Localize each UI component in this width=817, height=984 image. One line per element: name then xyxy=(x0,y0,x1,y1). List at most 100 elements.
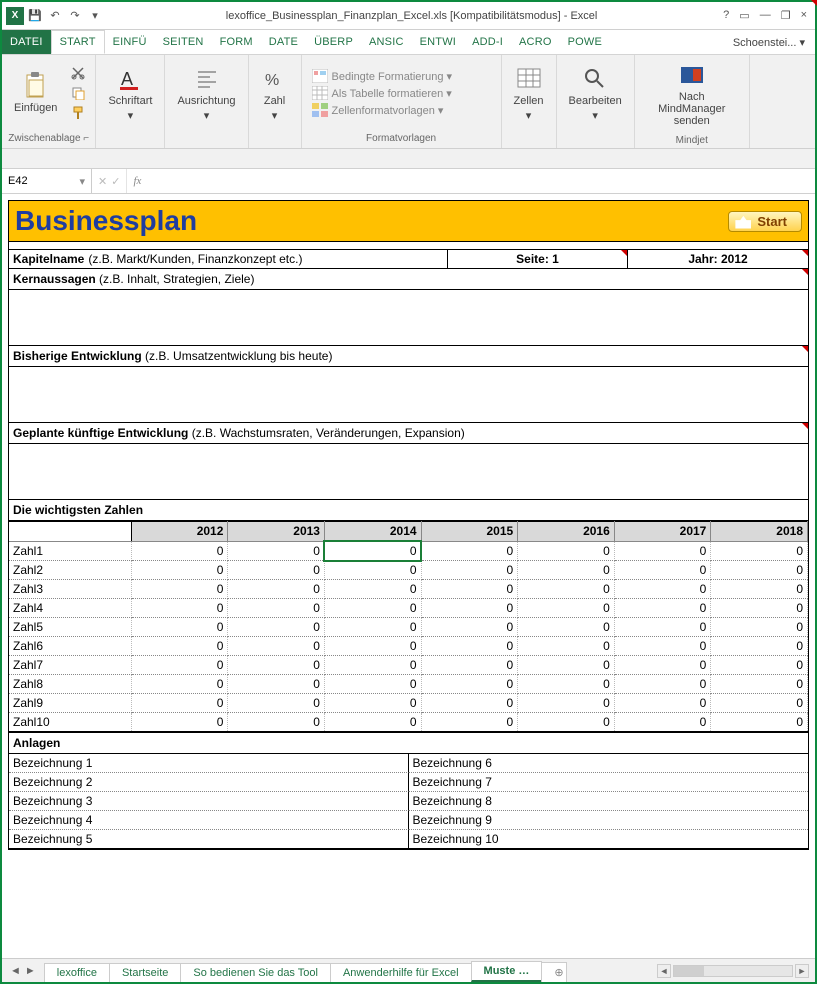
cell[interactable]: 0 xyxy=(131,618,228,637)
cell[interactable]: 0 xyxy=(518,599,615,618)
cell[interactable]: 0 xyxy=(614,637,711,656)
cell[interactable]: 0 xyxy=(614,541,711,561)
row-label[interactable]: Zahl5 xyxy=(9,618,131,637)
number-button[interactable]: % Zahl ▾ xyxy=(257,63,293,124)
sheet-tab[interactable]: lexoffice xyxy=(44,963,110,982)
add-sheet-icon[interactable]: ⊕ xyxy=(541,962,567,982)
cell[interactable]: 0 xyxy=(614,599,711,618)
cell[interactable]: 0 xyxy=(711,580,808,599)
accept-formula-icon[interactable]: ✓ xyxy=(111,175,120,188)
conditional-formatting-button[interactable]: Bedingte Formatierung ▾ xyxy=(310,68,454,84)
tab-seiten[interactable]: SEITEN xyxy=(155,30,212,54)
alignment-button[interactable]: Ausrichtung ▾ xyxy=(173,63,239,124)
cell[interactable]: 0 xyxy=(131,599,228,618)
cell[interactable]: 0 xyxy=(131,580,228,599)
cell[interactable]: 0 xyxy=(518,694,615,713)
cells-button[interactable]: Zellen ▾ xyxy=(510,63,548,124)
help-icon[interactable]: ? xyxy=(723,9,729,22)
cell[interactable]: 0 xyxy=(324,637,421,656)
cell[interactable]: 0 xyxy=(518,713,615,732)
numbers-col-2016[interactable]: 2016 xyxy=(518,522,615,542)
name-box[interactable]: ▾ xyxy=(2,169,92,193)
account-menu[interactable]: Schoenstei... ▾ xyxy=(723,30,815,54)
chevron-down-icon[interactable]: ▾ xyxy=(79,175,85,188)
sheet-nav-prev-icon[interactable]: ◄ xyxy=(10,965,21,977)
cell[interactable]: 0 xyxy=(614,713,711,732)
cell[interactable]: 0 xyxy=(711,637,808,656)
cell[interactable]: 0 xyxy=(614,618,711,637)
cell[interactable]: 0 xyxy=(324,618,421,637)
anlage-cell[interactable]: Bezeichnung 2 xyxy=(9,773,409,792)
horizontal-scrollbar[interactable] xyxy=(673,965,793,977)
scroll-left-icon[interactable]: ◄ xyxy=(657,964,671,978)
anlage-cell[interactable]: Bezeichnung 7 xyxy=(409,773,809,792)
anlage-cell[interactable]: Bezeichnung 1 xyxy=(9,754,409,773)
numbers-col-2013[interactable]: 2013 xyxy=(228,522,325,542)
cell[interactable]: 0 xyxy=(131,637,228,656)
numbers-col-2012[interactable]: 2012 xyxy=(131,522,228,542)
cell[interactable]: 0 xyxy=(228,541,325,561)
tab-ansic[interactable]: ANSIC xyxy=(361,30,412,54)
cell[interactable]: 0 xyxy=(421,599,518,618)
sheet-tab[interactable]: So bedienen Sie das Tool xyxy=(180,963,331,982)
cell[interactable]: 0 xyxy=(228,713,325,732)
numbers-col-2014[interactable]: 2014 xyxy=(324,522,421,542)
cell[interactable]: 0 xyxy=(421,656,518,675)
page-cell[interactable]: Seite: 1 xyxy=(448,250,628,268)
copy-icon[interactable] xyxy=(69,85,87,101)
cell[interactable]: 0 xyxy=(518,580,615,599)
chapter-cell[interactable]: Kapitelname (z.B. Markt/Kunden, Finanzko… xyxy=(9,250,448,268)
cell[interactable]: 0 xyxy=(324,580,421,599)
anlage-cell[interactable]: Bezeichnung 4 xyxy=(9,811,409,830)
tab-file[interactable]: DATEI xyxy=(2,30,51,54)
cell[interactable]: 0 xyxy=(421,675,518,694)
tab-powe[interactable]: POWE xyxy=(560,30,610,54)
maximize-icon[interactable]: ❐ xyxy=(781,9,791,22)
close-icon[interactable]: × xyxy=(801,9,807,22)
cell[interactable]: 0 xyxy=(228,599,325,618)
minimize-icon[interactable]: — xyxy=(760,9,771,22)
tab-einfü[interactable]: EINFÜ xyxy=(105,30,155,54)
numbers-col-2018[interactable]: 2018 xyxy=(711,522,808,542)
scroll-right-icon[interactable]: ► xyxy=(795,964,809,978)
undo-icon[interactable]: ↶ xyxy=(46,7,64,25)
anlage-cell[interactable]: Bezeichnung 3 xyxy=(9,792,409,811)
row-label[interactable]: Zahl2 xyxy=(9,561,131,580)
cell[interactable]: 0 xyxy=(228,694,325,713)
row-label[interactable]: Zahl1 xyxy=(9,541,131,561)
cell[interactable]: 0 xyxy=(421,580,518,599)
sheet-tab[interactable]: Startseite xyxy=(109,963,181,982)
cell[interactable]: 0 xyxy=(228,580,325,599)
cell-styles-button[interactable]: Zellenformatvorlagen ▾ xyxy=(310,102,454,118)
anlage-cell[interactable]: Bezeichnung 6 xyxy=(409,754,809,773)
row-label[interactable]: Zahl3 xyxy=(9,580,131,599)
cell[interactable]: 0 xyxy=(711,599,808,618)
anlage-cell[interactable]: Bezeichnung 8 xyxy=(409,792,809,811)
row-label[interactable]: Zahl7 xyxy=(9,656,131,675)
cell[interactable]: 0 xyxy=(131,713,228,732)
cell[interactable]: 0 xyxy=(518,637,615,656)
cell[interactable]: 0 xyxy=(324,656,421,675)
row-label[interactable]: Zahl8 xyxy=(9,675,131,694)
cell[interactable]: 0 xyxy=(421,713,518,732)
table-row[interactable]: Zahl90000000 xyxy=(9,694,808,713)
mindmanager-button[interactable]: Nach MindManager senden xyxy=(643,59,741,129)
cell[interactable]: 0 xyxy=(131,561,228,580)
qat-more-icon[interactable]: ▾ xyxy=(86,7,104,25)
cell[interactable]: 0 xyxy=(228,675,325,694)
cell[interactable]: 0 xyxy=(421,618,518,637)
sheet-tab[interactable]: Muste … xyxy=(471,961,543,982)
cell[interactable]: 0 xyxy=(518,675,615,694)
table-row[interactable]: Zahl50000000 xyxy=(9,618,808,637)
cell[interactable]: 0 xyxy=(228,656,325,675)
year-cell[interactable]: Jahr: 2012 xyxy=(628,250,808,268)
table-row[interactable]: Zahl40000000 xyxy=(9,599,808,618)
paste-button[interactable]: Einfügen xyxy=(10,70,61,116)
table-row[interactable]: Zahl30000000 xyxy=(9,580,808,599)
font-button[interactable]: A Schriftart ▾ xyxy=(104,63,156,124)
cell[interactable]: 0 xyxy=(324,713,421,732)
tab-acro[interactable]: ACRO xyxy=(511,30,560,54)
table-row[interactable]: Zahl60000000 xyxy=(9,637,808,656)
cell[interactable]: 0 xyxy=(421,694,518,713)
cell[interactable]: 0 xyxy=(711,694,808,713)
